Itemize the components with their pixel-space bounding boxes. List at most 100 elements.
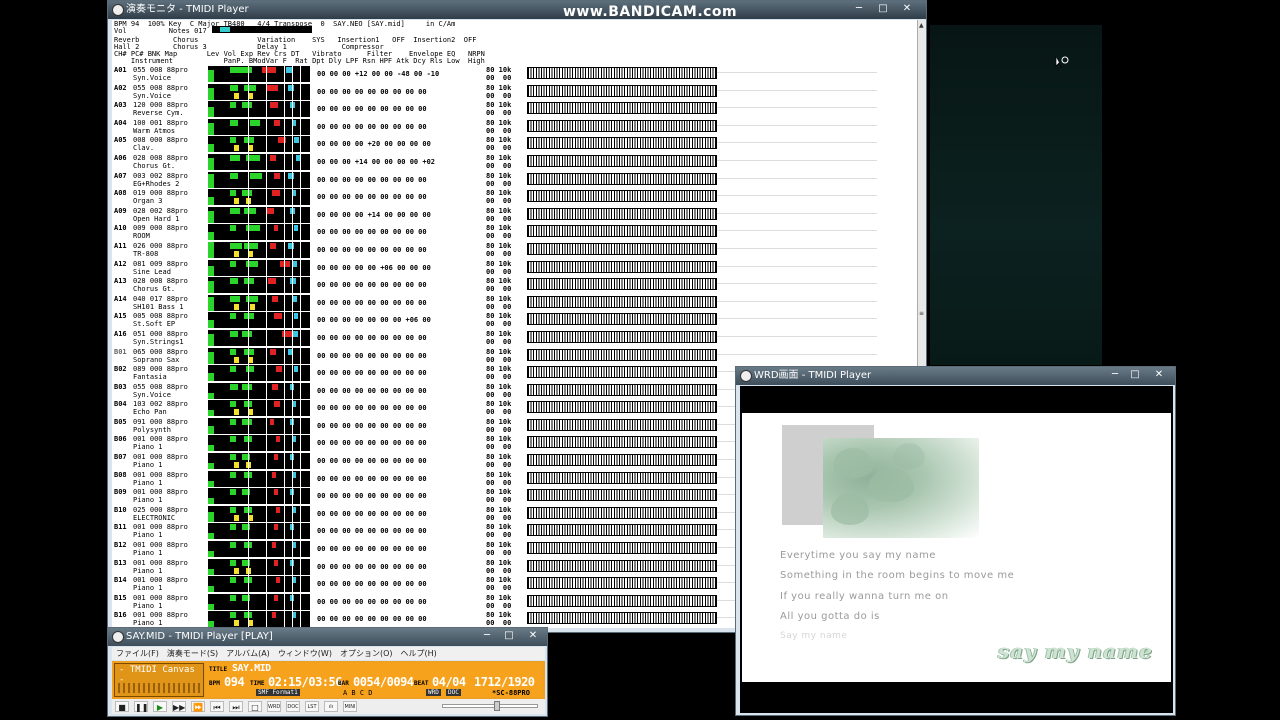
- keyboard-display: [527, 366, 717, 379]
- tmidi-canvas[interactable]: - TMIDI Canvas -: [114, 663, 204, 697]
- next-button[interactable]: ▶▶: [172, 701, 186, 712]
- stop-button[interactable]: ■: [115, 701, 129, 712]
- channel-row[interactable]: A16 051 000 88pro Syn.Strings1 00 00 00 00 …: [114, 329, 914, 348]
- eq-high-gain: 00: [502, 373, 512, 382]
- wrd-titlebar[interactable]: WRD画面 - TMIDI Player ─ □ ✕: [736, 367, 1175, 385]
- channel-id: B06: [114, 435, 127, 444]
- channel-row[interactable]: A11 026 000 88pro TR-808 00 00 00 00 00 00 …: [114, 241, 914, 260]
- keyboard-track: [717, 265, 877, 267]
- channel-row[interactable]: B01 065 000 88pro Soprano Sax 00 00 00 00 0…: [114, 347, 914, 366]
- parameter-meters: [230, 347, 310, 364]
- bar-value: 0054/0094: [353, 675, 414, 689]
- player-titlebar[interactable]: SAY.MID - TMIDI Player [PLAY] ─ □ ✕: [108, 628, 547, 646]
- channel-row[interactable]: A10 009 000 88pro ROOM 00 00 00 00 00 00 00…: [114, 224, 914, 242]
- channel-id: B13: [114, 558, 127, 567]
- keyboard-display: [527, 225, 717, 238]
- eq-high-value: 10k: [498, 417, 512, 426]
- channel-id: A05: [114, 136, 127, 145]
- program-bank-map: 025 000 88pro: [133, 505, 188, 514]
- list-button[interactable]: LST: [305, 701, 319, 712]
- close-button[interactable]: ✕: [1146, 368, 1172, 382]
- mini-button[interactable]: MINI: [343, 701, 357, 712]
- menu-album[interactable]: アルバム(A): [222, 647, 274, 660]
- eq-high-value: 10k: [498, 101, 512, 110]
- maximize-button[interactable]: □: [1124, 368, 1146, 382]
- channel-row[interactable]: A03 120 000 88pro Reverse Cym. 00 00 00 00 …: [114, 101, 914, 119]
- prev-track-button[interactable]: ⏮: [210, 701, 224, 712]
- seek-knob[interactable]: [494, 701, 501, 711]
- channel-row[interactable]: A01 055 008 88pro Syn.Voice 00 00 00 +12 00…: [114, 66, 914, 84]
- keyboard-track: [717, 353, 877, 355]
- menu-file[interactable]: ファイル(F): [112, 647, 163, 660]
- channel-row[interactable]: A04 100 001 88pro Warm Atmos 00 00 00 00 00…: [114, 118, 914, 137]
- close-button[interactable]: ✕: [522, 629, 544, 643]
- parameter-values: 00 00 00 00 00 00 00 00 00: [317, 298, 427, 307]
- scroll-up-icon[interactable]: ▲: [919, 22, 924, 29]
- next-track-button[interactable]: ⏭: [229, 701, 243, 712]
- menu-options[interactable]: オプション(O): [336, 647, 397, 660]
- eq-values: 80 10k 00 00: [486, 559, 511, 575]
- pause-button[interactable]: ❚❚: [134, 701, 148, 712]
- program-bank-map: 028 008 88pro: [133, 153, 188, 162]
- close-button[interactable]: ✕: [892, 2, 922, 16]
- eq-high-gain: 00: [502, 408, 512, 417]
- keyboard-display: [527, 119, 717, 132]
- tmidi-app-icon: [112, 4, 124, 16]
- channel-row[interactable]: A05 008 000 88pro Clav. 00 00 00 00 +20 00 …: [114, 136, 914, 154]
- channel-row[interactable]: A09 028 002 88pro Open Hard 1 00 00 00 00 +…: [114, 206, 914, 225]
- eq-high-gain: 00: [502, 320, 512, 329]
- spectrum-button[interactable]: ılı: [324, 701, 338, 712]
- busy-cursor-icon: [1055, 56, 1069, 69]
- play-button[interactable]: ▶: [153, 701, 167, 712]
- channel-row[interactable]: A02 055 008 88pro Syn.Voice 00 00 00 00 00 …: [114, 83, 914, 102]
- wrd-button[interactable]: WRD: [267, 701, 281, 712]
- eq-high-value: 10k: [498, 347, 512, 356]
- channel-row[interactable]: A08 019 000 88pro Organ 3 00 00 00 00 00 00…: [114, 189, 914, 207]
- eq-values: 80 10k 00 00: [486, 119, 511, 135]
- scroll-thumb-icon[interactable]: ≡: [919, 310, 924, 317]
- channel-id: A10: [114, 224, 127, 233]
- menu-play-mode[interactable]: 演奏モード(S): [163, 647, 222, 660]
- instrument-name: Chorus Gt.: [133, 161, 176, 170]
- seek-bar[interactable]: [442, 701, 538, 711]
- level-meter-fill: [208, 351, 214, 364]
- parameter-values: 00 00 00 00 00 +06 00 00 00: [317, 263, 431, 272]
- parameter-values: 00 00 00 +14 00 00 00 00 +02: [317, 157, 436, 166]
- instrument-name: Polysynth: [133, 425, 171, 434]
- minimize-button[interactable]: ─: [1104, 368, 1126, 382]
- eq-values: 80 10k 00 00: [486, 207, 511, 223]
- channel-row[interactable]: A06 028 008 88pro Chorus Gt. 00 00 00 +14 0…: [114, 153, 914, 172]
- keyboard-display: [527, 278, 717, 291]
- parameter-values: 00 00 00 +12 00 00 -48 00 -10: [317, 70, 440, 78]
- parameter-meters: [230, 312, 310, 329]
- channel-row[interactable]: A15 005 008 88pro St.Soft EP 00 00 00 00 00…: [114, 312, 914, 330]
- keyboard-display: [527, 489, 717, 502]
- doc-button[interactable]: DOC: [286, 701, 300, 712]
- parameter-meters: [230, 66, 310, 82]
- player-title: SAY.MID - TMIDI Player [PLAY]: [126, 631, 273, 642]
- menu-window[interactable]: ウィンドウ(W): [274, 647, 336, 660]
- minimize-button[interactable]: ─: [848, 2, 870, 16]
- eq-high-gain: 00: [502, 214, 512, 223]
- instrument-name: Piano 1: [133, 461, 163, 470]
- loop-button[interactable]: □: [248, 701, 262, 712]
- eq-high-gain: 00: [502, 302, 512, 311]
- maximize-button[interactable]: □: [872, 2, 894, 16]
- eq-high-gain: 00: [502, 109, 512, 118]
- channel-id: A01: [114, 66, 127, 74]
- channel-id: A03: [114, 101, 127, 110]
- channel-row[interactable]: A12 081 009 88pro Sine Lead 00 00 00 00 00 …: [114, 259, 914, 278]
- minimize-button[interactable]: ─: [476, 629, 498, 643]
- program-bank-map: 001 000 88pro: [133, 435, 188, 444]
- parameter-meters: [230, 259, 310, 276]
- channel-row[interactable]: A07 003 002 88pro EG+Rhodes 2 00 00 00 00 0…: [114, 171, 914, 190]
- maximize-button[interactable]: □: [498, 629, 520, 643]
- channel-row[interactable]: A14 040 017 88pro SH101 Bass 1 00 00 00 00 …: [114, 294, 914, 313]
- menu-help[interactable]: ヘルプ(H): [397, 647, 441, 660]
- eq-high-gain: 00: [502, 267, 512, 276]
- monitor-titlebar[interactable]: 演奏モニタ - TMIDI Player www.BANDICAM.com ─ …: [108, 1, 926, 20]
- fast-forward-button[interactable]: ⏩: [191, 701, 205, 712]
- channel-row[interactable]: A13 028 008 88pro Chorus Gt. 00 00 00 00 00…: [114, 277, 914, 295]
- channel-id: B08: [114, 470, 127, 479]
- level-meter-fill: [208, 533, 214, 540]
